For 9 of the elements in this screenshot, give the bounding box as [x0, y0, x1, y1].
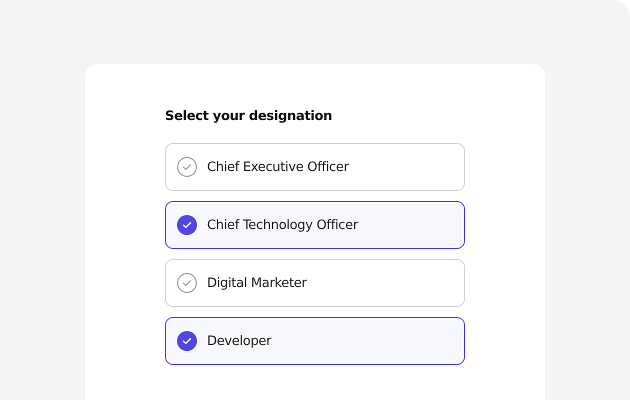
check-circle-icon	[177, 273, 197, 293]
form-title: Select your designation	[165, 108, 334, 126]
check-circle-icon	[177, 331, 197, 351]
designation-option[interactable]: Digital Marketer	[165, 259, 465, 307]
designation-option[interactable]: Chief Executive Officer	[165, 143, 465, 191]
designation-option[interactable]: Developer	[165, 317, 465, 365]
designation-option[interactable]: Chief Technology Officer	[165, 201, 465, 249]
check-circle-icon	[177, 157, 197, 177]
check-circle-icon	[177, 215, 197, 235]
